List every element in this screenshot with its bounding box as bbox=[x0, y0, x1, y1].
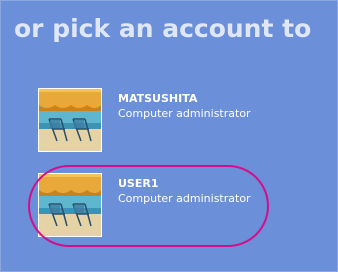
account-tile-matsushita[interactable]: MATSUSHITA Computer administrator bbox=[38, 88, 278, 158]
page-heading: or pick an account to bbox=[14, 14, 312, 43]
highlight-ring bbox=[28, 165, 269, 247]
account-role: Computer administrator bbox=[118, 107, 251, 120]
account-name: MATSUSHITA bbox=[118, 92, 198, 105]
beach-chairs-icon bbox=[38, 88, 102, 152]
